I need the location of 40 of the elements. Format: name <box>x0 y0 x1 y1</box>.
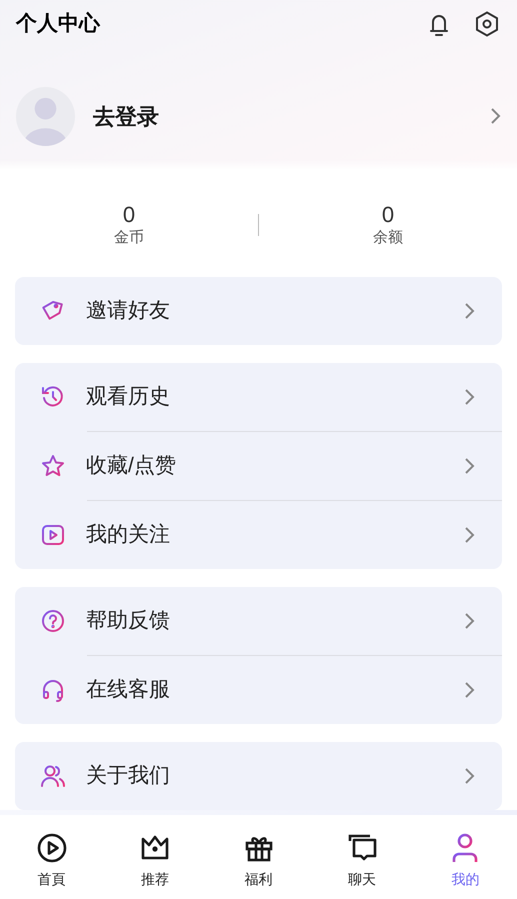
stat-label: 金币 <box>114 228 144 248</box>
login-link[interactable]: 去登录 <box>93 100 159 132</box>
menu-label: 帮助反馈 <box>86 608 170 634</box>
menu-item[interactable]: 观看历史 <box>15 363 502 431</box>
menu-item[interactable]: 关于我们 <box>15 742 502 810</box>
menu-item[interactable]: 帮助反馈 <box>15 587 502 655</box>
headset-icon <box>40 677 66 703</box>
chevron-right-icon <box>463 767 475 785</box>
menu-item[interactable]: 在线客服 <box>15 656 502 724</box>
chevron-right-icon <box>463 681 475 699</box>
menu-label: 观看历史 <box>86 384 170 410</box>
chevron-right-icon <box>463 457 475 475</box>
play-circle-icon <box>36 832 68 864</box>
chevron-right-icon <box>463 388 475 406</box>
menu-item[interactable]: 收藏/点赞 <box>15 432 502 500</box>
menu-label: 邀请好友 <box>86 298 170 324</box>
chevron-right-icon[interactable] <box>489 107 501 125</box>
settings-icon[interactable] <box>473 10 501 38</box>
tab-item[interactable]: 首頁 <box>0 832 104 899</box>
tab-item[interactable]: 聊天 <box>310 832 414 899</box>
tab-item[interactable]: 推荐 <box>103 832 207 899</box>
menu-label: 关于我们 <box>86 763 170 790</box>
star-icon <box>40 453 66 479</box>
help-icon <box>40 608 66 634</box>
stat-label: 余额 <box>373 228 403 248</box>
chevron-right-icon <box>463 526 475 544</box>
tab-item[interactable]: 我的 <box>414 832 517 899</box>
menu-item[interactable]: 我的关注 <box>15 501 502 569</box>
menu-item[interactable]: 邀请好友 <box>15 277 502 345</box>
menu-label: 收藏/点赞 <box>86 453 176 480</box>
users-icon <box>40 763 66 789</box>
page-title: 个人中心 <box>16 10 100 38</box>
menu-label: 我的关注 <box>86 522 170 548</box>
stat-value: 0 <box>382 202 394 228</box>
stat-value: 0 <box>122 202 136 228</box>
menu-label: 在线客服 <box>86 677 170 704</box>
chevron-right-icon <box>463 302 475 320</box>
tab-item[interactable]: 福利 <box>206 832 310 899</box>
play-icon <box>40 522 66 548</box>
chevron-right-icon <box>463 612 475 630</box>
